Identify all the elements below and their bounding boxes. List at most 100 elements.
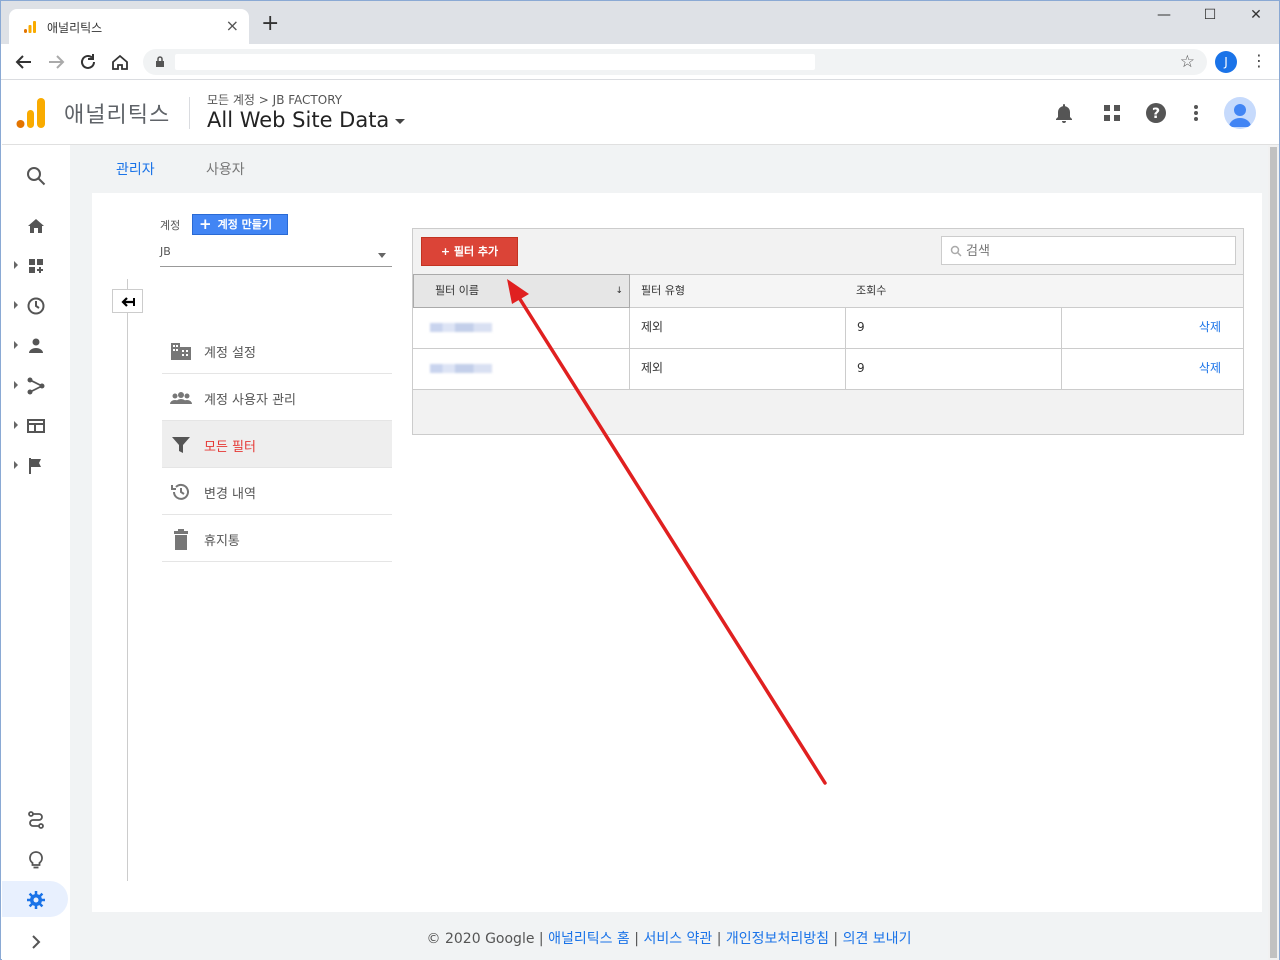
tab-close-icon[interactable]: × bbox=[226, 16, 239, 36]
menu-item-all-filters[interactable]: 모든 필터 bbox=[162, 421, 392, 468]
column-filter-type[interactable]: 필터 유형 bbox=[641, 275, 857, 307]
svg-text:?: ? bbox=[1152, 106, 1160, 122]
more-vert-icon[interactable] bbox=[1184, 101, 1208, 125]
filter-type-cell: 제외 bbox=[630, 308, 846, 348]
dashboard-add-icon bbox=[29, 259, 43, 273]
caret-down-icon bbox=[378, 253, 386, 258]
menu-item-change-history[interactable]: 변경 내역 bbox=[162, 468, 392, 515]
new-tab-icon[interactable]: + bbox=[261, 13, 279, 35]
home-icon bbox=[28, 219, 44, 233]
acquisition-icon bbox=[27, 377, 45, 395]
back-arrow-icon[interactable] bbox=[13, 51, 35, 73]
apps-grid-icon[interactable] bbox=[1100, 101, 1124, 125]
redacted-name[interactable] bbox=[430, 323, 492, 332]
rail-discover[interactable] bbox=[2, 841, 70, 877]
menu-item-trash[interactable]: 휴지통 bbox=[162, 515, 392, 562]
browser-toolbar: ☆ J ⋮ bbox=[1, 44, 1279, 80]
rail-attribution[interactable] bbox=[2, 801, 70, 837]
rail-expand[interactable] bbox=[2, 923, 70, 959]
browser-profile-avatar[interactable]: J bbox=[1215, 51, 1237, 73]
rail-conversions[interactable] bbox=[2, 447, 70, 483]
scrollbar-thumb[interactable] bbox=[1270, 147, 1277, 958]
reload-icon[interactable] bbox=[77, 51, 99, 73]
footer-link-privacy[interactable]: 개인정보처리방침 bbox=[726, 931, 829, 947]
collapse-button[interactable] bbox=[112, 289, 143, 313]
footer-separator: | bbox=[534, 931, 549, 947]
plus-icon: + bbox=[199, 215, 212, 233]
rail-realtime[interactable] bbox=[2, 287, 70, 323]
action-cell: 삭제 bbox=[1062, 349, 1243, 389]
create-account-button[interactable]: + 계정 만들기 bbox=[192, 214, 288, 235]
gear-icon bbox=[27, 891, 45, 909]
footer-separator: | bbox=[828, 931, 843, 947]
rail-search[interactable] bbox=[2, 157, 70, 193]
account-label: 계정 bbox=[160, 219, 181, 232]
admin-tabs: 관리자 사용자 bbox=[70, 145, 1268, 196]
filter-name-cell[interactable] bbox=[413, 308, 630, 348]
browser-tab[interactable]: 애널리틱스 × bbox=[9, 9, 249, 44]
browser-window: 애널리틱스 × + — ☐ ✕ ☆ J ⋮ 애널리틱스 모든 계정 > JB F… bbox=[0, 0, 1280, 960]
search-input[interactable] bbox=[966, 241, 1226, 261]
table-row: 제외 9 삭제 bbox=[413, 349, 1243, 390]
search-icon bbox=[950, 245, 962, 257]
admin-content: 관리자 사용자 계정 + 계정 만들기 JB 계정 설정 계정 사용자 관리 모… bbox=[70, 145, 1268, 960]
rail-audience[interactable] bbox=[2, 327, 70, 363]
window-close-icon[interactable]: ✕ bbox=[1233, 7, 1279, 23]
filter-type-cell: 제외 bbox=[630, 349, 846, 389]
bookmark-star-icon[interactable]: ☆ bbox=[1180, 52, 1195, 72]
address-bar[interactable]: ☆ bbox=[143, 49, 1207, 75]
footer-link-feedback[interactable]: 의견 보내기 bbox=[843, 931, 912, 947]
flag-icon bbox=[29, 458, 41, 474]
menu-item-user-management[interactable]: 계정 사용자 관리 bbox=[162, 374, 392, 421]
rail-behavior[interactable] bbox=[2, 407, 70, 443]
header-divider bbox=[189, 97, 190, 129]
table-header: 필터 이름 ↓ 필터 유형 조회수 bbox=[413, 274, 1243, 308]
expand-caret-icon bbox=[14, 381, 18, 389]
home-icon[interactable] bbox=[109, 51, 131, 73]
tab-user[interactable]: 사용자 bbox=[182, 159, 269, 194]
people-icon bbox=[170, 392, 192, 404]
column-filter-name[interactable]: 필터 이름 ↓ bbox=[413, 274, 630, 308]
browser-menu-icon[interactable]: ⋮ bbox=[1251, 50, 1267, 72]
rail-home[interactable] bbox=[2, 207, 70, 243]
tab-title: 애널리틱스 bbox=[47, 21, 103, 35]
breadcrumb[interactable]: 모든 계정 > JB FACTORY bbox=[207, 91, 342, 108]
delete-link[interactable]: 삭제 bbox=[1199, 361, 1221, 375]
page-footer: © 2020 Google | 애널리틱스 홈 | 서비스 약관 | 개인정보처… bbox=[70, 912, 1268, 960]
lock-icon bbox=[156, 56, 164, 67]
column-views[interactable]: 조회수 bbox=[856, 275, 1072, 307]
maximize-icon[interactable]: ☐ bbox=[1187, 7, 1233, 23]
url-field[interactable] bbox=[175, 54, 815, 70]
footer-link-home[interactable]: 애널리틱스 홈 bbox=[548, 931, 630, 947]
tab-admin[interactable]: 관리자 bbox=[92, 159, 179, 196]
rail-acquisition[interactable] bbox=[2, 367, 70, 403]
behavior-icon bbox=[27, 419, 45, 433]
search-icon bbox=[27, 167, 46, 186]
action-cell: 삭제 bbox=[1062, 308, 1243, 348]
expand-caret-icon bbox=[14, 461, 18, 469]
bell-icon[interactable] bbox=[1052, 101, 1076, 125]
account-avatar[interactable] bbox=[1224, 97, 1256, 129]
property-selector[interactable]: All Web Site Data bbox=[207, 108, 406, 132]
rail-admin[interactable] bbox=[2, 881, 68, 917]
help-icon[interactable]: ? bbox=[1144, 101, 1168, 125]
page-scrollbar[interactable] bbox=[1268, 145, 1279, 960]
footer-separator: | bbox=[629, 931, 644, 947]
account-selected-value: JB bbox=[160, 245, 171, 258]
person-icon bbox=[29, 338, 43, 353]
filter-search[interactable] bbox=[941, 236, 1236, 265]
filter-name-cell[interactable] bbox=[413, 349, 630, 389]
menu-item-account-settings[interactable]: 계정 설정 bbox=[162, 327, 392, 374]
left-nav-rail bbox=[2, 145, 70, 960]
footer-link-terms[interactable]: 서비스 약관 bbox=[643, 931, 712, 947]
add-filter-button[interactable]: + 필터 추가 bbox=[421, 237, 518, 266]
analytics-logo-icon[interactable] bbox=[16, 97, 46, 129]
redacted-name[interactable] bbox=[430, 364, 492, 373]
rail-customization[interactable] bbox=[2, 247, 70, 283]
account-select[interactable]: JB bbox=[160, 245, 392, 267]
delete-link[interactable]: 삭제 bbox=[1199, 320, 1221, 334]
minimize-icon[interactable]: — bbox=[1141, 7, 1187, 23]
forward-arrow-icon[interactable] bbox=[45, 51, 67, 73]
clock-icon bbox=[27, 297, 45, 315]
product-name[interactable]: 애널리틱스 bbox=[64, 97, 170, 129]
